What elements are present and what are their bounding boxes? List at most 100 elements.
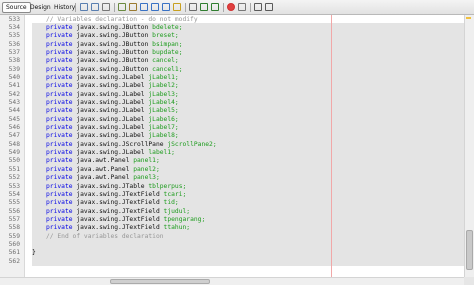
shift-right-icon[interactable] — [211, 3, 219, 11]
variable-name: tblperpus; — [148, 182, 187, 190]
keyword: private — [46, 73, 77, 81]
line-number: 560 — [8, 240, 20, 248]
type-name: java.awt.Panel — [76, 174, 134, 182]
type-name: javax.swing.JTextField — [76, 224, 164, 232]
code-text: private java.awt.Panel panel2; — [46, 166, 160, 174]
variable-name: cancel1; — [152, 65, 183, 73]
toolbar-separator — [250, 3, 251, 12]
vertical-scrollbar[interactable] — [464, 15, 474, 277]
keyword: private — [46, 140, 77, 148]
keyword: private — [46, 174, 77, 182]
keyword: private — [46, 48, 77, 56]
horizontal-scroll-thumb[interactable] — [110, 279, 210, 284]
record-macro-icon[interactable] — [227, 3, 235, 11]
variable-name: ttahun; — [163, 224, 191, 232]
keyword: private — [46, 224, 77, 232]
forward-icon[interactable] — [91, 3, 99, 11]
code-line: 543 private javax.swing.JLabel jLabel4; — [0, 99, 464, 107]
find-selection-icon[interactable] — [140, 3, 148, 11]
code-text: // Variables declaration - do not modify — [46, 15, 198, 23]
type-name: javax.swing.JButton — [76, 57, 153, 65]
keyword: private — [46, 23, 77, 31]
variable-name: jLabel5; — [148, 107, 179, 115]
line-number: 559 — [8, 232, 20, 240]
error-stripe-marker[interactable] — [466, 17, 471, 19]
toggle-icon[interactable] — [129, 3, 137, 11]
uncomment-icon[interactable] — [265, 3, 273, 11]
code-line: 548 private javax.swing.JScrollPane jScro… — [0, 141, 464, 149]
line-number: 543 — [8, 99, 20, 106]
code-editor[interactable]: 533 // Variables declaration - do not mod… — [0, 15, 474, 285]
keyword: private — [46, 215, 77, 223]
type-name: javax.swing.JLabel — [76, 82, 149, 90]
code-line: 539 private javax.swing.JButton cancel1; — [0, 66, 464, 74]
toolbar-separator — [75, 3, 76, 12]
variable-name: tcari; — [163, 190, 187, 198]
code-line: 553 private javax.swing.JTable tblperpus; — [0, 183, 464, 191]
code-line: 558 private javax.swing.JTextField ttahun… — [0, 224, 464, 232]
code-line: 534 private javax.swing.JButton bdelete; — [0, 24, 464, 32]
code-line: 549 private javax.swing.JLabel label1; — [0, 149, 464, 157]
toggle-comment-icon[interactable] — [254, 3, 262, 11]
type-name: javax.swing.JLabel — [76, 115, 149, 123]
code-text: private javax.swing.JLabel jLabel1; — [46, 74, 179, 82]
type-name: javax.swing.JLabel — [76, 90, 149, 98]
code-line: 554 private javax.swing.JTextField tcari; — [0, 191, 464, 199]
variable-name: panel2; — [133, 165, 160, 173]
code-line: 562 — [0, 258, 464, 266]
type-name: javax.swing.JButton — [76, 65, 153, 73]
variable-name: tjudul; — [163, 207, 191, 215]
code-line: 536 private javax.swing.JButton bsimpan; — [0, 41, 464, 49]
code-text: private javax.swing.JButton bsimpan; — [46, 41, 183, 49]
code-text: private java.awt.Panel panel1; — [46, 157, 160, 165]
code-line: 545 private javax.swing.JLabel jLabel6; — [0, 116, 464, 124]
find-previous-icon[interactable] — [151, 3, 159, 11]
code-line: 557 private javax.swing.JTextField tpenga… — [0, 216, 464, 224]
variable-name: jLabel6; — [148, 115, 179, 123]
line-number: 540 — [8, 73, 20, 81]
code-text: private javax.swing.JButton bupdate; — [46, 49, 183, 57]
line-number: 549 — [8, 149, 20, 157]
dropdown-icon[interactable] — [102, 3, 110, 11]
line-number: 545 — [8, 115, 20, 123]
code-line: 540 private javax.swing.JLabel jLabel1; — [0, 74, 464, 82]
find-next-icon[interactable] — [162, 3, 170, 11]
code-line: 551 private java.awt.Panel panel2; — [0, 166, 464, 174]
code-text: private javax.swing.JLabel label1; — [46, 149, 175, 157]
vertical-scroll-thumb[interactable] — [466, 230, 473, 270]
variable-name: panel3; — [133, 174, 160, 182]
tab-design[interactable]: Design — [27, 2, 54, 13]
type-name: javax.swing.JLabel — [76, 132, 149, 140]
code-text: private javax.swing.JLabel jLabel3; — [46, 91, 179, 99]
line-number: 538 — [8, 57, 20, 65]
line-number: 536 — [8, 40, 20, 48]
back-icon[interactable] — [80, 3, 88, 11]
last-edit-icon[interactable] — [118, 3, 126, 11]
shift-left-icon[interactable] — [200, 3, 208, 11]
keyword: private — [46, 32, 77, 40]
stop-macro-icon[interactable] — [238, 3, 246, 11]
type-name: javax.swing.JTable — [76, 182, 149, 190]
keyword: private — [46, 65, 77, 73]
variable-name: panel1; — [133, 157, 160, 165]
keyword: private — [46, 57, 77, 65]
keyword: private — [46, 132, 77, 140]
variable-name: bsimpan; — [152, 40, 183, 48]
toggle-rectangular-selection-icon[interactable] — [189, 3, 197, 11]
code-line: 538 private javax.swing.JButton cancel; — [0, 57, 464, 65]
type-name: javax.swing.JTextField — [76, 190, 164, 198]
toggle-highlight-icon[interactable] — [173, 3, 181, 11]
type-name: javax.swing.JTextField — [76, 199, 164, 207]
code-line: 555 private javax.swing.JTextField tid; — [0, 199, 464, 207]
code-text: private javax.swing.JTextField tpengaran… — [46, 216, 205, 224]
variable-name: bupdate; — [152, 48, 183, 56]
code-text: private javax.swing.JButton breset; — [46, 32, 179, 40]
line-number: 539 — [8, 65, 20, 73]
code-text: } — [32, 249, 36, 257]
code-line: 546 private javax.swing.JLabel jLabel7; — [0, 124, 464, 132]
line-number: 555 — [8, 199, 20, 207]
horizontal-scrollbar[interactable] — [0, 277, 464, 285]
code-text: private javax.swing.JButton cancel; — [46, 57, 179, 65]
code-text: private javax.swing.JTextField tcari; — [46, 191, 186, 199]
code-text: private javax.swing.JTable tblperpus; — [46, 183, 186, 191]
